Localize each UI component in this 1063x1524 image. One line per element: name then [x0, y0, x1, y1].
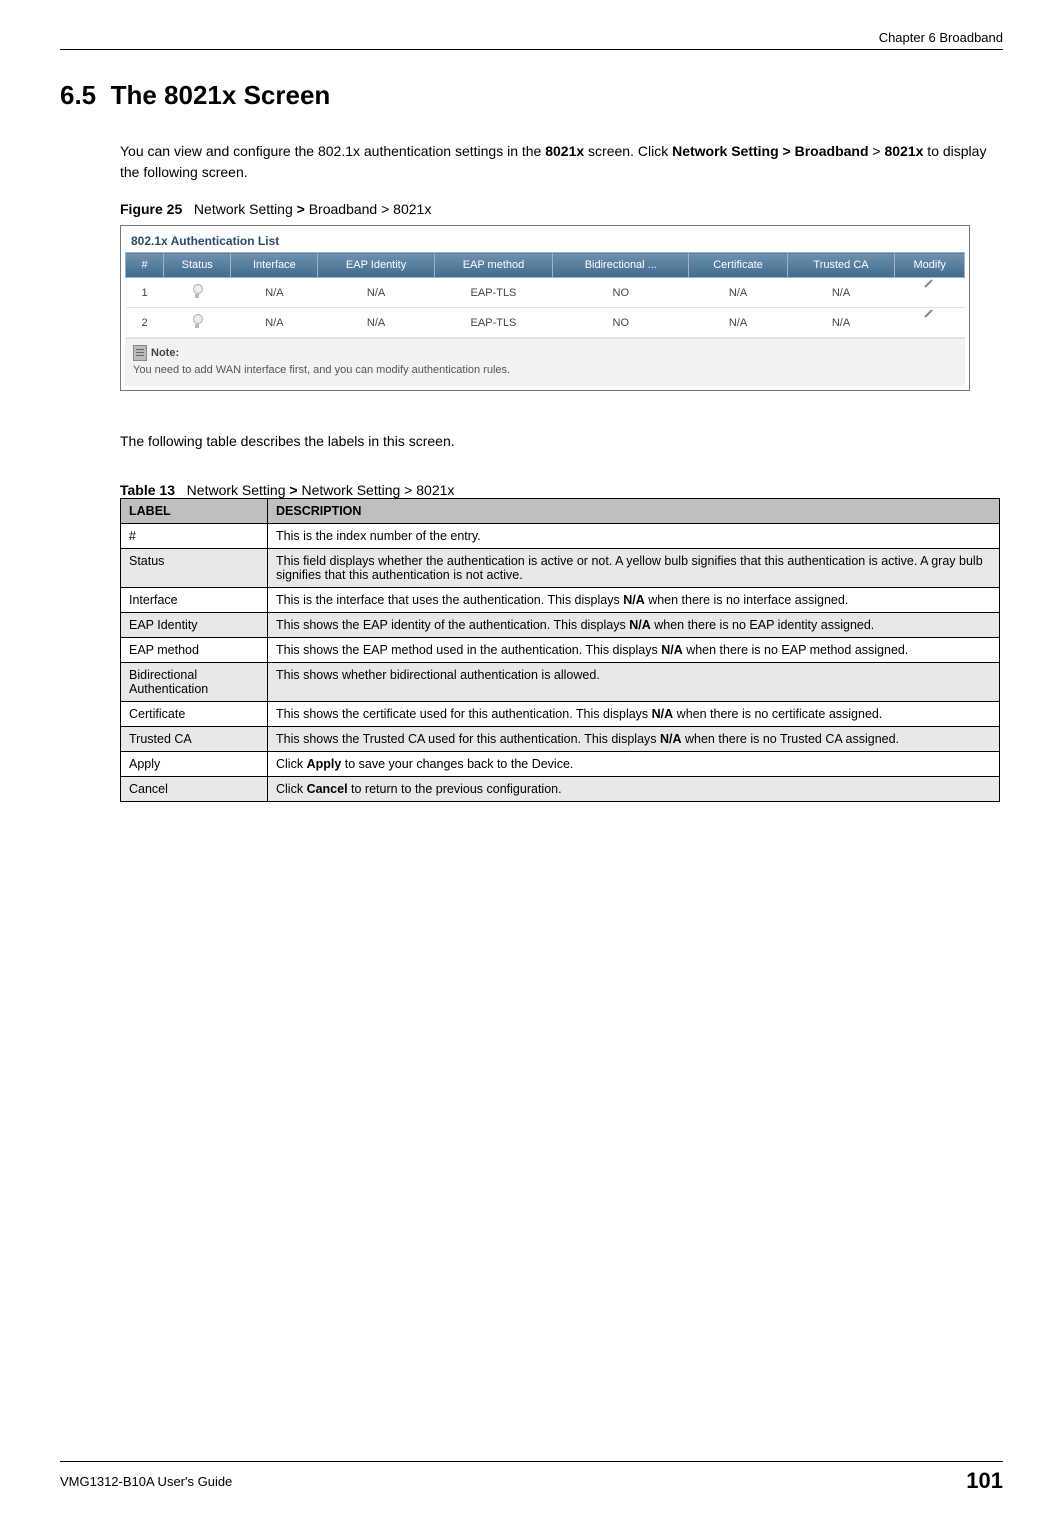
desc-cell-description: This field displays whether the authenti…: [268, 549, 1000, 588]
cell-trusted-ca: N/A: [787, 278, 895, 308]
col-interface: Interface: [231, 253, 318, 278]
cell-index: 1: [126, 278, 164, 308]
page-footer: VMG1312-B10A User's Guide 101: [60, 1461, 1003, 1494]
intro-paragraph: You can view and configure the 802.1x au…: [120, 141, 1003, 183]
table-caption: Table 13 Network Setting > Network Setti…: [120, 482, 1003, 498]
figure-label: Figure 25: [120, 201, 182, 217]
cell-interface: N/A: [231, 278, 318, 308]
auth-list-table: # Status Interface EAP Identity EAP meth…: [125, 252, 965, 338]
desc-head-description: DESCRIPTION: [268, 499, 1000, 524]
desc-cell-label: Bidirectional Authentication: [121, 663, 268, 702]
desc-table-row: Trusted CAThis shows the Trusted CA used…: [121, 727, 1000, 752]
cell-trusted-ca: N/A: [787, 308, 895, 338]
col-index: #: [126, 253, 164, 278]
desc-cell-label: Status: [121, 549, 268, 588]
cell-eap-identity: N/A: [318, 308, 434, 338]
cell-status: [164, 278, 231, 308]
cell-interface: N/A: [231, 308, 318, 338]
cell-status: [164, 308, 231, 338]
desc-cell-label: Apply: [121, 752, 268, 777]
screenshot-title: 802.1x Authentication List: [125, 230, 965, 252]
edit-icon[interactable]: [923, 284, 937, 298]
desc-cell-description: This is the interface that uses the auth…: [268, 588, 1000, 613]
screenshot-note: Note: You need to add WAN interface firs…: [125, 338, 965, 386]
note-text: You need to add WAN interface first, and…: [133, 364, 957, 376]
footer-guide-name: VMG1312-B10A User's Guide: [60, 1474, 232, 1489]
cell-certificate: N/A: [689, 278, 787, 308]
figure-caption: Figure 25 Network Setting > Broadband > …: [120, 201, 1003, 217]
screenshot-panel: 802.1x Authentication List # Status Inte…: [120, 225, 970, 391]
section-number: 6.5: [60, 80, 96, 110]
desc-cell-description: Click Apply to save your changes back to…: [268, 752, 1000, 777]
cell-modify: [895, 278, 965, 308]
desc-table-row: CertificateThis shows the certificate us…: [121, 702, 1000, 727]
desc-cell-description: This shows the certificate used for this…: [268, 702, 1000, 727]
desc-cell-label: Interface: [121, 588, 268, 613]
desc-cell-label: Certificate: [121, 702, 268, 727]
table-intro-text: The following table describes the labels…: [120, 431, 1003, 452]
note-icon: [133, 345, 147, 361]
desc-table-row: StatusThis field displays whether the au…: [121, 549, 1000, 588]
desc-cell-description: This is the index number of the entry.: [268, 524, 1000, 549]
col-certificate: Certificate: [689, 253, 787, 278]
cell-eap-identity: N/A: [318, 278, 434, 308]
cell-bidirectional: NO: [553, 278, 689, 308]
desc-table-row: ApplyClick Apply to save your changes ba…: [121, 752, 1000, 777]
edit-icon[interactable]: [923, 314, 937, 328]
desc-cell-label: EAP Identity: [121, 613, 268, 638]
desc-table-row: EAP IdentityThis shows the EAP identity …: [121, 613, 1000, 638]
col-bidirectional: Bidirectional ...: [553, 253, 689, 278]
desc-cell-description: This shows the EAP identity of the authe…: [268, 613, 1000, 638]
col-trusted-ca: Trusted CA: [787, 253, 895, 278]
cell-index: 2: [126, 308, 164, 338]
desc-table-row: Bidirectional AuthenticationThis shows w…: [121, 663, 1000, 702]
auth-table-header-row: # Status Interface EAP Identity EAP meth…: [126, 253, 965, 278]
col-modify: Modify: [895, 253, 965, 278]
desc-table-row: CancelClick Cancel to return to the prev…: [121, 777, 1000, 802]
footer-page-number: 101: [966, 1468, 1003, 1494]
page-header: Chapter 6 Broadband: [60, 30, 1003, 50]
cell-bidirectional: NO: [553, 308, 689, 338]
section-title-text: The 8021x Screen: [111, 80, 331, 110]
bulb-icon: [192, 284, 202, 298]
col-eap-method: EAP method: [434, 253, 552, 278]
col-eap-identity: EAP Identity: [318, 253, 434, 278]
cell-modify: [895, 308, 965, 338]
desc-head-label: LABEL: [121, 499, 268, 524]
section-heading: 6.5 The 8021x Screen: [60, 80, 1003, 111]
desc-cell-label: #: [121, 524, 268, 549]
desc-cell-label: EAP method: [121, 638, 268, 663]
auth-table-row: 1N/AN/AEAP-TLSNON/AN/A: [126, 278, 965, 308]
chapter-label: Chapter 6 Broadband: [879, 30, 1003, 45]
col-status: Status: [164, 253, 231, 278]
description-table: LABEL DESCRIPTION #This is the index num…: [120, 498, 1000, 802]
desc-table-row: EAP methodThis shows the EAP method used…: [121, 638, 1000, 663]
desc-cell-description: This shows the EAP method used in the au…: [268, 638, 1000, 663]
table-label: Table 13: [120, 482, 175, 498]
bulb-icon: [192, 314, 202, 328]
desc-table-row: #This is the index number of the entry.: [121, 524, 1000, 549]
note-label-text: Note:: [151, 347, 179, 359]
cell-eap-method: EAP-TLS: [434, 308, 552, 338]
desc-table-row: InterfaceThis is the interface that uses…: [121, 588, 1000, 613]
cell-certificate: N/A: [689, 308, 787, 338]
desc-cell-description: This shows whether bidirectional authent…: [268, 663, 1000, 702]
desc-cell-label: Trusted CA: [121, 727, 268, 752]
desc-cell-description: Click Cancel to return to the previous c…: [268, 777, 1000, 802]
desc-cell-description: This shows the Trusted CA used for this …: [268, 727, 1000, 752]
desc-cell-label: Cancel: [121, 777, 268, 802]
cell-eap-method: EAP-TLS: [434, 278, 552, 308]
auth-table-row: 2N/AN/AEAP-TLSNON/AN/A: [126, 308, 965, 338]
